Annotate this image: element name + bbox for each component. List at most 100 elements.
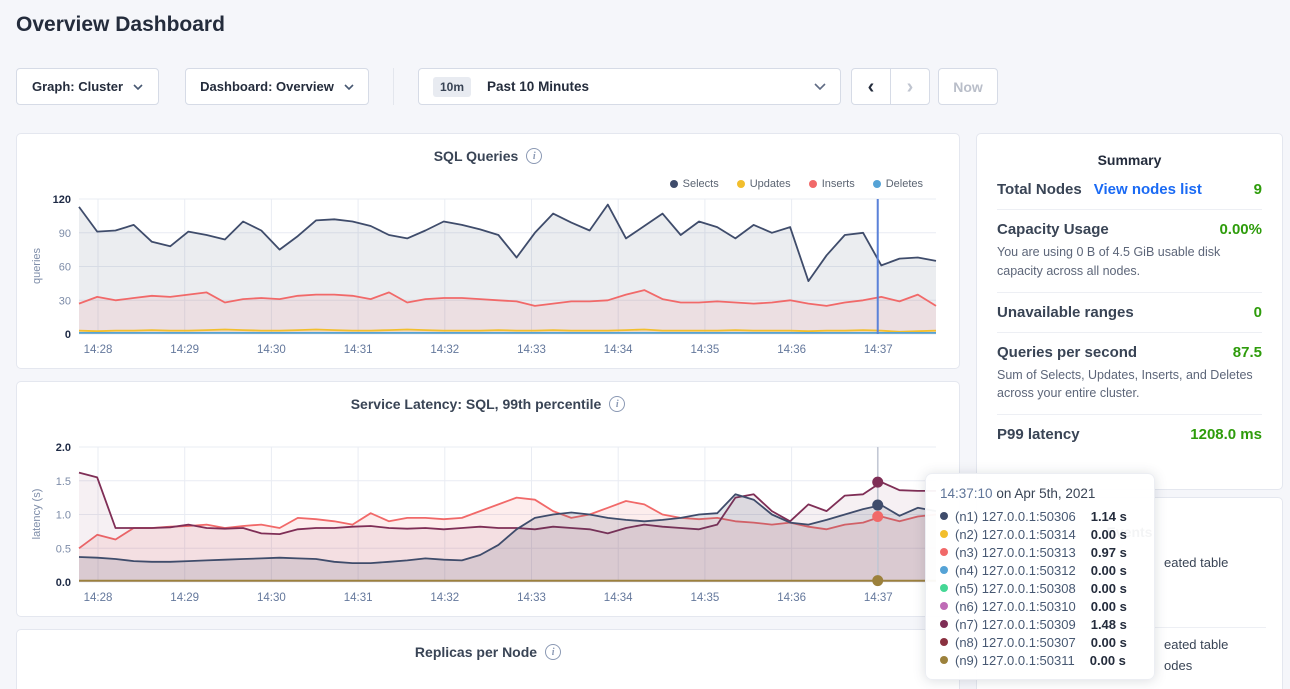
event-item[interactable]: eated table bbox=[1164, 555, 1228, 570]
view-nodes-list-link[interactable]: View nodes list bbox=[1094, 181, 1202, 198]
unavailable-ranges-value: 0 bbox=[1254, 304, 1262, 321]
summary-row-unavailable: Unavailable ranges 0 bbox=[997, 293, 1262, 333]
tooltip-node-value: 0.00 s bbox=[1091, 563, 1127, 578]
highlight-dot bbox=[872, 477, 883, 488]
series-dot-icon bbox=[809, 180, 817, 188]
series-dot-icon bbox=[940, 656, 948, 664]
tooltip-timestamp: 14:37:10 on Apr 5th, 2021 bbox=[940, 486, 1140, 501]
tooltip-node-name: (n3) 127.0.0.1:50313 bbox=[955, 545, 1076, 560]
svg-text:0: 0 bbox=[65, 329, 71, 341]
svg-text:14:37: 14:37 bbox=[864, 592, 893, 604]
total-nodes-label: Total Nodes bbox=[997, 181, 1082, 198]
time-next-button[interactable]: › bbox=[890, 68, 930, 105]
graph-dropdown[interactable]: Graph: Cluster bbox=[16, 68, 159, 105]
event-item[interactable]: eated table bbox=[1164, 637, 1228, 652]
tooltip-node-name: (n4) 127.0.0.1:50312 bbox=[955, 563, 1076, 578]
legend-item[interactable]: Deletes bbox=[873, 178, 923, 190]
svg-text:14:33: 14:33 bbox=[517, 344, 546, 356]
legend-label: Deletes bbox=[886, 178, 923, 190]
series-dot-icon bbox=[737, 180, 745, 188]
sql-queries-chart[interactable]: 030609012014:2814:2914:3014:3114:3214:33… bbox=[17, 193, 961, 363]
series-dot-icon bbox=[940, 602, 948, 610]
tooltip-node-value: 0.00 s bbox=[1090, 653, 1126, 668]
tooltip-node-name: (n7) 127.0.0.1:50309 bbox=[955, 617, 1076, 632]
graph-dropdown-label: Graph: Cluster bbox=[32, 79, 123, 94]
unavailable-ranges-label: Unavailable ranges bbox=[997, 304, 1134, 321]
replicas-title: Replicas per Node bbox=[415, 644, 537, 660]
time-range-label: Past 10 Minutes bbox=[487, 79, 589, 94]
tooltip-row: (n1) 127.0.0.1:503061.14 s bbox=[940, 507, 1140, 525]
replicas-title-row: Replicas per Node bbox=[17, 644, 959, 660]
capacity-label: Capacity Usage bbox=[997, 221, 1109, 238]
svg-text:14:33: 14:33 bbox=[517, 592, 546, 604]
tooltip-node-value: 1.14 s bbox=[1091, 509, 1127, 524]
page-title: Overview Dashboard bbox=[16, 13, 225, 37]
svg-text:14:35: 14:35 bbox=[691, 344, 720, 356]
latency-title: Service Latency: SQL, 99th percentile bbox=[351, 396, 602, 412]
svg-text:14:29: 14:29 bbox=[170, 344, 199, 356]
summary-row-p99: P99 latency 1208.0 ms bbox=[997, 415, 1262, 454]
dashboard-dropdown[interactable]: Dashboard: Overview bbox=[185, 68, 369, 105]
legend-item[interactable]: Updates bbox=[737, 178, 791, 190]
tooltip-node-name: (n8) 127.0.0.1:50307 bbox=[955, 635, 1076, 650]
tooltip-row: (n3) 127.0.0.1:503130.97 s bbox=[940, 543, 1140, 561]
tooltip-row: (n7) 127.0.0.1:50309 1.48 s bbox=[940, 615, 1140, 633]
info-icon[interactable] bbox=[545, 644, 561, 660]
highlight-dot bbox=[872, 511, 883, 522]
qps-value: 87.5 bbox=[1233, 344, 1262, 361]
dashboard-dropdown-label: Dashboard: Overview bbox=[200, 79, 334, 94]
svg-text:14:36: 14:36 bbox=[777, 344, 806, 356]
tooltip-node-value: 0.00 s bbox=[1091, 635, 1127, 650]
tooltip-row: (n5) 127.0.0.1:50308 0.00 s bbox=[940, 579, 1140, 597]
capacity-desc: You are using 0 B of 4.5 GiB usable disk… bbox=[997, 243, 1262, 281]
svg-text:14:28: 14:28 bbox=[84, 344, 113, 356]
svg-text:1.0: 1.0 bbox=[56, 510, 71, 522]
highlight-dot bbox=[872, 500, 883, 511]
tooltip-row: (n2) 127.0.0.1:503140.00 s bbox=[940, 525, 1140, 543]
tooltip-row: (n4) 127.0.0.1:50312 0.00 s bbox=[940, 561, 1140, 579]
svg-text:14:29: 14:29 bbox=[170, 592, 199, 604]
info-icon[interactable] bbox=[526, 148, 542, 164]
svg-text:14:37: 14:37 bbox=[864, 344, 893, 356]
legend-item[interactable]: Selects bbox=[670, 178, 719, 190]
summary-title: Summary bbox=[997, 152, 1262, 168]
chevron-down-icon bbox=[344, 84, 354, 90]
tooltip-row: (n8) 127.0.0.1:50307 0.00 s bbox=[940, 633, 1140, 651]
latency-chart[interactable]: 0.00.51.01.52.014:2814:2914:3014:3114:32… bbox=[17, 441, 961, 611]
svg-text:14:32: 14:32 bbox=[430, 344, 459, 356]
svg-text:14:30: 14:30 bbox=[257, 344, 286, 356]
tooltip-date: on Apr 5th, 2021 bbox=[996, 486, 1095, 501]
svg-text:14:30: 14:30 bbox=[257, 592, 286, 604]
svg-text:14:34: 14:34 bbox=[604, 344, 633, 356]
svg-text:0.0: 0.0 bbox=[56, 577, 71, 589]
tooltip-node-value: 0.00 s bbox=[1091, 581, 1127, 596]
qps-desc: Sum of Selects, Updates, Inserts, and De… bbox=[997, 366, 1262, 404]
chevron-down-icon bbox=[814, 83, 826, 90]
svg-text:14:36: 14:36 bbox=[777, 592, 806, 604]
tooltip-node-value: 0.00 s bbox=[1091, 527, 1127, 542]
tooltip-node-value: 1.48 s bbox=[1091, 617, 1127, 632]
tooltip-node-name: (n5) 127.0.0.1:50308 bbox=[955, 581, 1076, 596]
info-icon[interactable] bbox=[609, 396, 625, 412]
tooltip-rows: (n1) 127.0.0.1:503061.14 s(n2) 127.0.0.1… bbox=[940, 507, 1140, 669]
tooltip-node-value: 0.00 s bbox=[1091, 599, 1127, 614]
time-range-dropdown[interactable]: 10m Past 10 Minutes bbox=[418, 68, 841, 105]
svg-text:14:32: 14:32 bbox=[430, 592, 459, 604]
svg-text:14:35: 14:35 bbox=[691, 592, 720, 604]
time-range-badge: 10m bbox=[433, 77, 471, 97]
tooltip-row: (n9) 127.0.0.1:503110.00 s bbox=[940, 651, 1140, 669]
time-prev-button[interactable]: ‹ bbox=[851, 68, 891, 105]
sql-queries-legend: Selects Updates Inserts Deletes bbox=[670, 178, 923, 190]
tooltip-time: 14:37:10 bbox=[940, 486, 993, 501]
svg-text:30: 30 bbox=[59, 295, 71, 307]
series-dot-icon bbox=[940, 566, 948, 574]
legend-item[interactable]: Inserts bbox=[809, 178, 855, 190]
legend-label: Selects bbox=[683, 178, 719, 190]
legend-label: Inserts bbox=[822, 178, 855, 190]
highlight-dot bbox=[872, 575, 883, 586]
series-dot-icon bbox=[873, 180, 881, 188]
series-dot-icon bbox=[940, 548, 948, 556]
svg-text:14:31: 14:31 bbox=[344, 592, 373, 604]
now-button[interactable]: Now bbox=[938, 68, 998, 105]
p99-latency-label: P99 latency bbox=[997, 426, 1080, 443]
